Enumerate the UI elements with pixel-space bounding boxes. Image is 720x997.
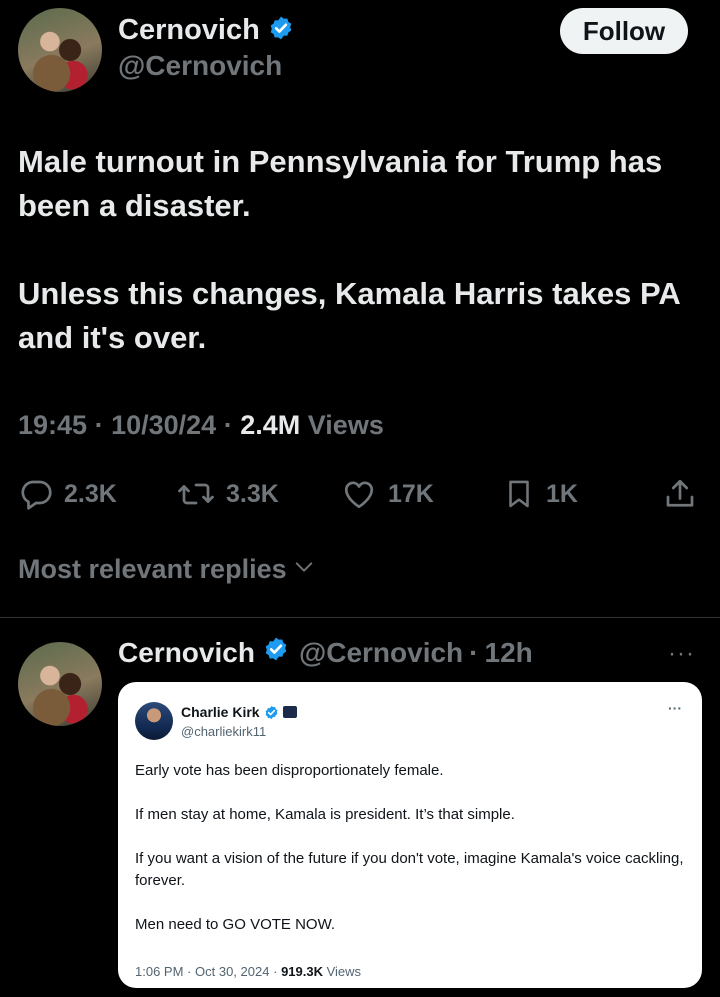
tweet-date[interactable]: 10/30/24 (111, 410, 216, 440)
quoted-paragraph: Men need to GO VOTE NOW. (135, 916, 336, 933)
like-button[interactable]: 17K (340, 476, 434, 512)
author-avatar[interactable] (18, 8, 102, 92)
replies-sort-dropdown[interactable]: Most relevant replies (18, 554, 315, 585)
quoted-more-icon: ··· (668, 700, 682, 716)
share-icon (662, 476, 698, 512)
verified-badge-icon (264, 705, 279, 720)
like-count: 17K (388, 479, 434, 508)
bookmark-icon (502, 476, 536, 512)
reply-age[interactable]: 12h (485, 637, 533, 669)
tweet-paragraph: Male turnout in Pennsylvania for Trump h… (18, 144, 663, 223)
more-options-button[interactable]: ··· (668, 640, 695, 668)
reply-avatar[interactable] (18, 642, 102, 726)
quoted-paragraph: If men stay at home, Kamala is president… (135, 806, 515, 823)
verified-badge-icon (263, 636, 289, 669)
quoted-paragraph: If you want a vision of the future if yo… (135, 850, 684, 889)
quoted-views-label: Views (326, 964, 362, 979)
views-label: Views (307, 410, 384, 440)
repost-button[interactable]: 3.3K (176, 476, 279, 512)
reply-author-name[interactable]: Cernovich (118, 637, 255, 669)
repost-icon (176, 476, 216, 512)
reply-count: 2.3K (64, 479, 117, 508)
tweet-time[interactable]: 19:45 (18, 410, 87, 440)
reply-icon (18, 476, 54, 512)
action-bar: 2.3K 3.3K 17K 1K (0, 472, 720, 516)
like-icon (340, 476, 378, 512)
tweet-paragraph: Unless this changes, Kamala Harris takes… (18, 276, 680, 355)
divider (0, 617, 720, 618)
author-name-row: Cernovich (118, 14, 294, 47)
quoted-tweet-card[interactable]: Charlie Kirk @charliekirk11 ··· Early vo… (118, 682, 702, 988)
tweet-meta: 19:45 · 10/30/24 · 2.4M Views (18, 410, 384, 441)
views-count: 2.4M (240, 410, 301, 440)
author-name[interactable]: Cernovich (118, 14, 260, 47)
reply-button[interactable]: 2.3K (18, 476, 117, 512)
reply-separator: · (469, 636, 479, 668)
chevron-down-icon (293, 554, 315, 585)
meta-separator: · (187, 964, 192, 979)
author-handle[interactable]: @Cernovich (118, 50, 282, 82)
meta-separator: · (94, 410, 104, 440)
quoted-tweet-meta: 1:06 PM · Oct 30, 2024 · 919.3K Views (135, 964, 361, 979)
meta-separator: · (223, 410, 233, 440)
quoted-author-handle: @charliekirk11 (181, 724, 267, 739)
follow-button[interactable]: Follow (560, 8, 688, 54)
verified-badge-icon (268, 15, 294, 46)
replies-sort-label: Most relevant replies (18, 554, 287, 584)
bookmark-count: 1K (546, 479, 578, 508)
quoted-author-name: Charlie Kirk (181, 704, 260, 720)
quoted-author-row: Charlie Kirk (181, 704, 297, 720)
affiliate-badge-icon (282, 706, 297, 718)
quoted-paragraph: Early vote has been disproportionately f… (135, 762, 444, 779)
quoted-views-count: 919.3K (281, 964, 323, 979)
quoted-date: Oct 30, 2024 (195, 964, 270, 979)
reply-author-handle[interactable]: @Cernovich (299, 637, 463, 669)
repost-count: 3.3K (226, 479, 279, 508)
quoted-time: 1:06 PM (135, 964, 184, 979)
share-button[interactable] (662, 476, 698, 512)
bookmark-button[interactable]: 1K (502, 476, 578, 512)
quoted-author-avatar (135, 702, 173, 740)
reply-header: Cernovich @Cernovich · 12h (118, 636, 533, 669)
meta-separator: · (273, 964, 278, 979)
quoted-tweet-text: Early vote has been disproportionately f… (135, 760, 691, 936)
tweet-text: Male turnout in Pennsylvania for Trump h… (18, 140, 698, 360)
